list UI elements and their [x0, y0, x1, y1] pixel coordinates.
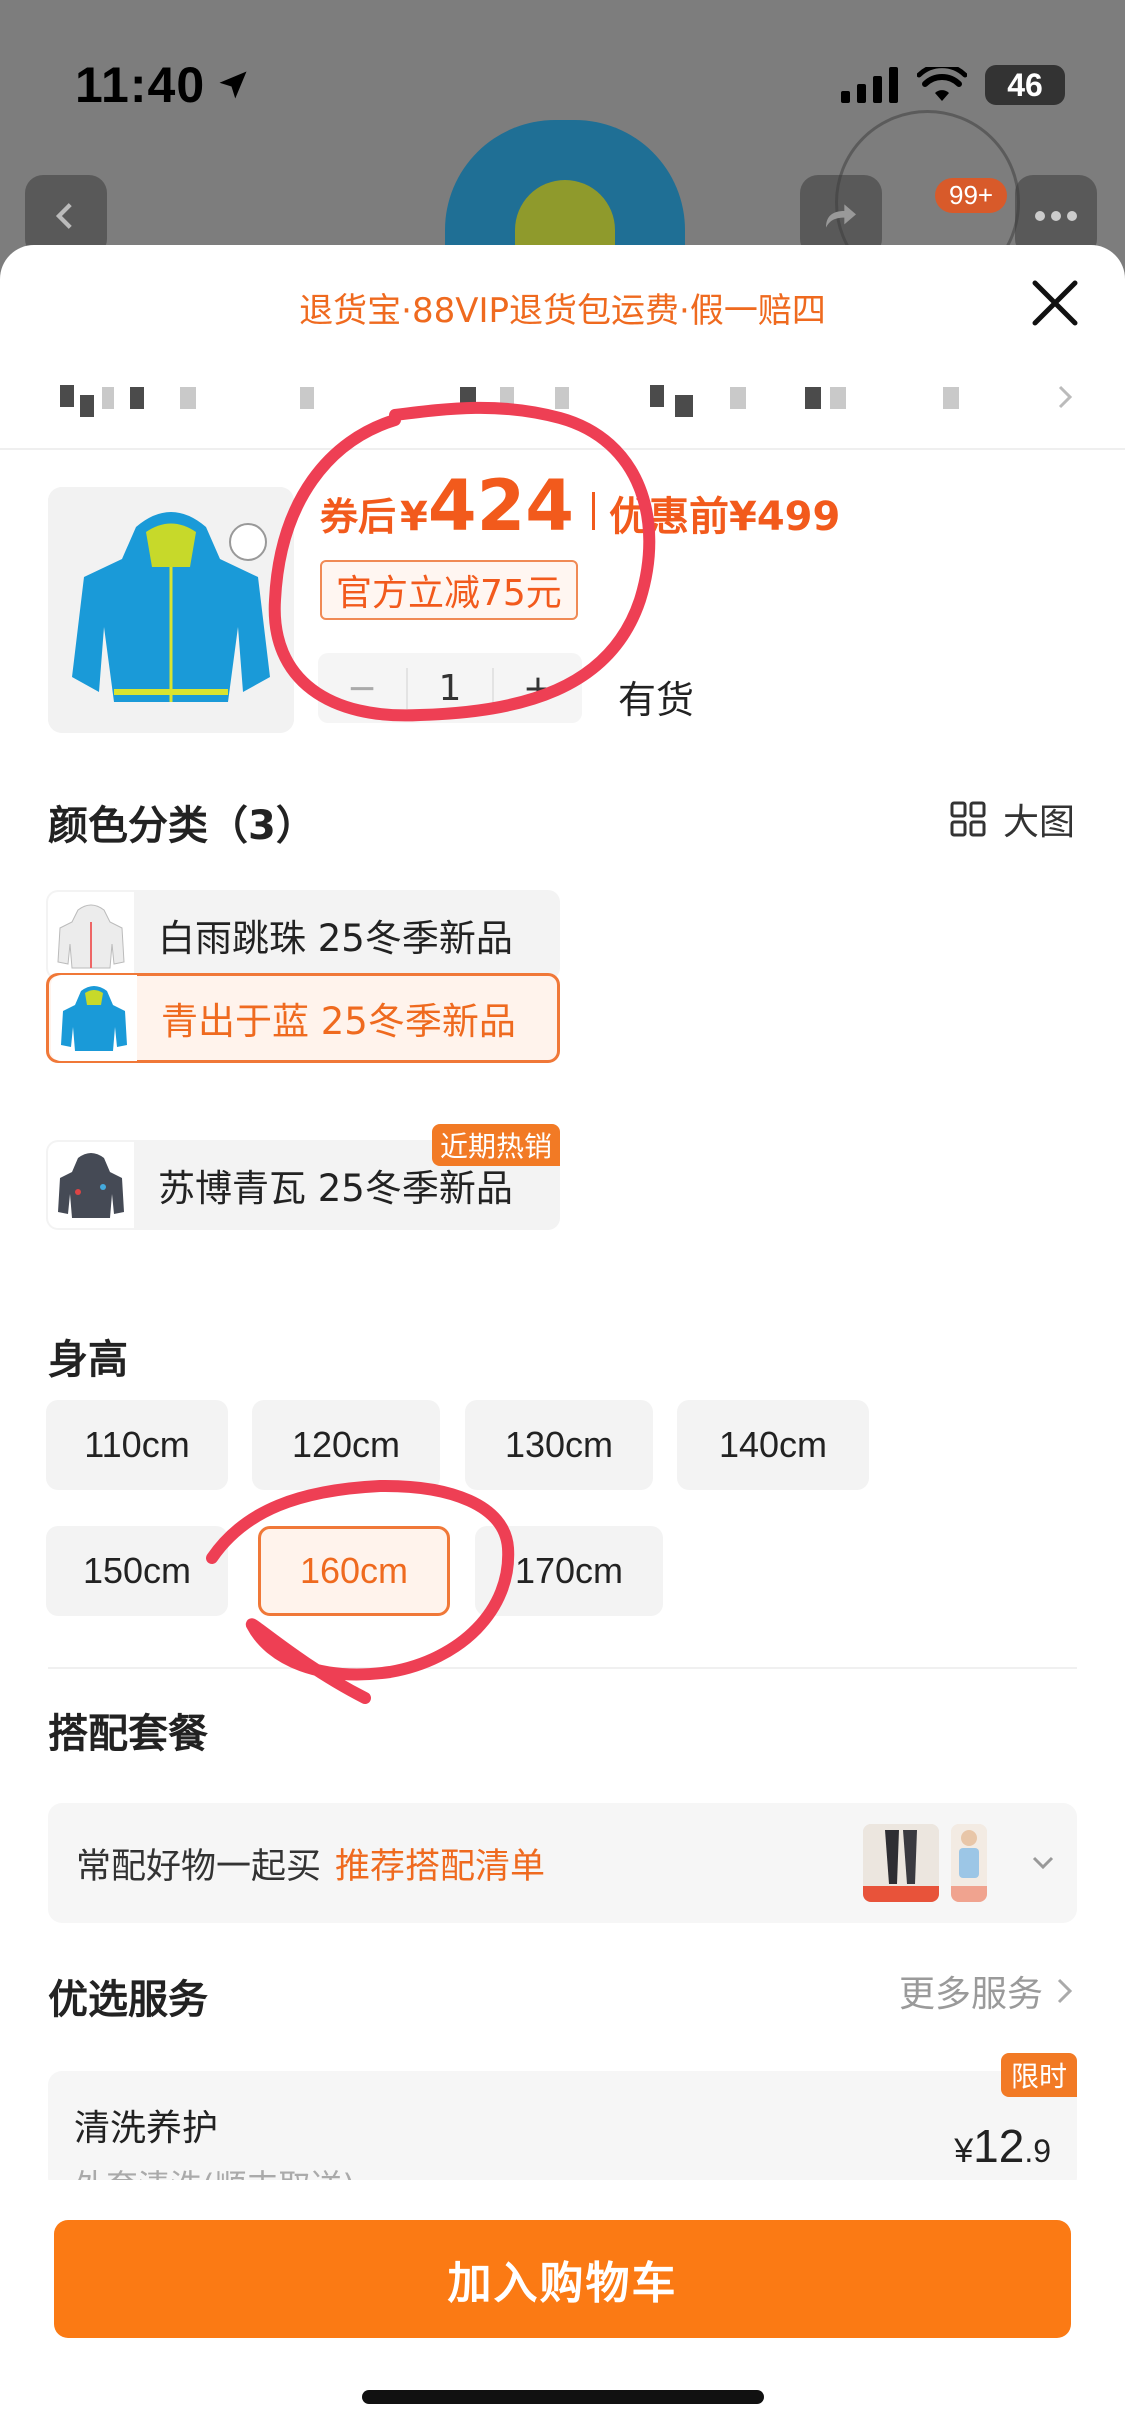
color-option-label: 苏博青瓦 25冬季新品 [158, 1167, 513, 1210]
stock-status: 有货 [618, 678, 695, 722]
status-bar: 11:40 46 [75, 55, 1065, 115]
quantity-value[interactable]: 1 [406, 667, 494, 709]
size-option-160[interactable]: 160cm [258, 1526, 450, 1616]
combo-text: 常配好物一起买 [76, 1846, 322, 1887]
color-option-gray[interactable]: 苏博青瓦 25冬季新品 近期热销 [46, 1124, 560, 1230]
price-separator [591, 492, 595, 530]
more-dots-icon [1035, 211, 1077, 221]
combo-recommendation-row[interactable]: 常配好物一起买 推荐搭配清单 [48, 1803, 1077, 1923]
combo-link[interactable]: 推荐搭配清单 [335, 1838, 545, 1889]
service-card-cleaning[interactable]: 清洗养护 外套清洗(顺丰取送) ¥12.9 [48, 2071, 1077, 2191]
signal-icon [841, 67, 898, 103]
coupon-price: 424 [427, 465, 574, 547]
more-services-link[interactable]: 更多服务 [899, 1965, 1075, 2017]
size-option-140[interactable]: 140cm [677, 1400, 869, 1490]
grid-icon [950, 801, 986, 837]
combo-section-title: 搭配套餐 [48, 1711, 208, 1757]
color-option-white[interactable]: 白雨跳珠 25冬季新品 [46, 890, 560, 980]
divider [48, 1667, 1077, 1669]
sku-selector-sheet: 退货宝·88VIP退货包运费·假一赔四 券后 ¥ 424 优惠前 ¥499 官方… [0, 245, 1125, 2436]
battery-indicator: 46 [985, 65, 1065, 105]
color-option-blue[interactable]: 青出于蓝 25冬季新品 [46, 973, 560, 1063]
big-view-label: 大图 [1002, 802, 1075, 843]
size-option-130[interactable]: 130cm [465, 1400, 653, 1490]
color-thumb-white [48, 892, 134, 978]
promo-banner: 退货宝·88VIP退货包运费·假一赔四 [299, 291, 826, 331]
original-price-label: 优惠前 [608, 494, 729, 540]
chevron-down-icon [1032, 1856, 1054, 1870]
limited-time-tag: 限时 [1000, 2053, 1077, 2097]
price-line: 券后 ¥ 424 优惠前 ¥499 [320, 465, 840, 547]
chevron-right-icon [1057, 1978, 1073, 2004]
quantity-minus-button[interactable]: − [318, 668, 406, 709]
product-thumbnail[interactable] [48, 487, 294, 733]
service-price: ¥12.9 [954, 2120, 1051, 2172]
combo-thumb-pants [863, 1824, 939, 1902]
size-option-110[interactable]: 110cm [46, 1400, 228, 1490]
big-view-toggle[interactable]: 大图 [949, 793, 1075, 845]
chevron-left-icon [55, 203, 72, 229]
quantity-plus-button[interactable]: + [494, 668, 582, 709]
share-icon [826, 204, 856, 228]
wifi-icon [917, 67, 967, 101]
service-name: 清洗养护 [74, 2108, 219, 2149]
discount-tag: 官方立减75元 [320, 560, 578, 620]
more-services-label: 更多服务 [898, 1974, 1043, 2015]
size-option-150[interactable]: 150cm [46, 1526, 228, 1616]
color-thumb-blue [51, 975, 137, 1061]
original-price: ¥499 [728, 494, 841, 540]
chevron-right-icon [1058, 385, 1073, 409]
size-option-170[interactable]: 170cm [475, 1526, 663, 1616]
add-to-cart-button[interactable]: 加入购物车 [54, 2220, 1071, 2338]
cart-count-badge: 99+ [935, 178, 1008, 213]
status-time: 11:40 [75, 57, 206, 113]
quantity-stepper: − 1 + [318, 653, 582, 723]
address-row-blurred[interactable] [50, 373, 1075, 423]
hot-sale-tag: 近期热销 [431, 1124, 560, 1166]
location-arrow-icon [219, 71, 247, 99]
home-indicator [362, 2390, 764, 2404]
jacket-image [48, 487, 294, 733]
size-section-title: 身高 [48, 1337, 128, 1383]
color-section-title: 颜色分类（3） [48, 803, 316, 849]
combo-thumb-kid [951, 1824, 987, 1902]
close-icon[interactable] [1027, 275, 1083, 331]
service-section-title: 优选服务 [48, 1977, 208, 2023]
currency-symbol: ¥ [400, 494, 428, 540]
divider [0, 448, 1125, 450]
size-option-120[interactable]: 120cm [252, 1400, 440, 1490]
color-thumb-gray [48, 1142, 134, 1228]
color-option-label: 青出于蓝 25冬季新品 [161, 1000, 516, 1043]
price-label: 券后 [320, 495, 397, 539]
color-option-label: 白雨跳珠 25冬季新品 [158, 917, 513, 960]
